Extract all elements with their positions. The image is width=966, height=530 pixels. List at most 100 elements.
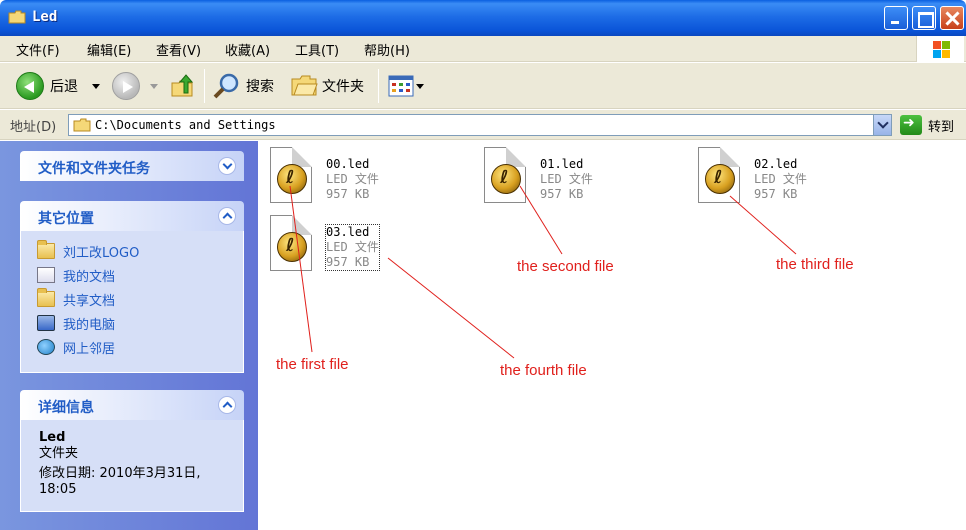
file-type: LED 文件	[326, 172, 379, 186]
address-label: 地址(D)	[10, 120, 57, 135]
place-label: 网上邻居	[63, 341, 116, 357]
title-bar: Led	[0, 0, 966, 36]
details-header[interactable]: 详细信息	[20, 390, 244, 420]
toolbar: 后退 搜索 文件夹	[0, 63, 966, 109]
windows-logo-icon	[916, 36, 964, 62]
menu-favorites[interactable]: 收藏(A)	[225, 40, 270, 59]
place-item[interactable]: 刘工改LOGO	[21, 239, 243, 263]
file-size: 957 KB	[540, 187, 584, 201]
documents-icon	[37, 267, 55, 283]
toolbar-separator	[204, 69, 205, 103]
file-item-01[interactable]: 01.led LED 文件 957 KB	[484, 147, 624, 205]
details-type: 文件夹	[39, 446, 79, 461]
led-file-icon	[484, 147, 526, 203]
forward-dropdown-icon[interactable]	[150, 83, 158, 89]
other-places-list: 刘工改LOGO 我的文档 共享文档 我的电脑 网上邻居	[20, 231, 244, 373]
back-dropdown-icon[interactable]	[92, 83, 100, 89]
back-arrow-icon	[16, 72, 44, 100]
go-label: 转到	[928, 119, 955, 135]
window-title: Led	[32, 9, 58, 25]
go-button[interactable]: 转到	[900, 114, 954, 136]
place-label: 共享文档	[63, 293, 116, 309]
folders-icon	[291, 75, 318, 96]
menu-view[interactable]: 查看(V)	[156, 40, 201, 59]
annotation-first-file: the first file	[276, 356, 349, 373]
details-title: 详细信息	[38, 400, 94, 416]
forward-button[interactable]	[112, 71, 158, 101]
address-bar: 地址(D) C:\Documents and Settings 转到	[0, 110, 966, 140]
menu-tools[interactable]: 工具(T)	[295, 40, 339, 59]
address-input[interactable]: C:\Documents and Settings	[68, 114, 892, 136]
maximize-button[interactable]	[912, 6, 936, 30]
file-folder-tasks-panel: 文件和文件夹任务	[20, 151, 244, 181]
collapse-chevron-icon[interactable]	[218, 207, 236, 225]
file-type: LED 文件	[540, 172, 593, 186]
up-folder-button[interactable]	[170, 71, 196, 101]
file-size: 957 KB	[754, 187, 798, 201]
file-folder-tasks-title: 文件和文件夹任务	[38, 161, 150, 177]
file-item-03[interactable]: 03.led LED 文件 957 KB	[270, 215, 410, 273]
other-places-title: 其它位置	[38, 211, 94, 227]
folder-icon	[8, 10, 26, 24]
go-arrow-icon	[900, 115, 922, 135]
menu-file[interactable]: 文件(F)	[16, 40, 60, 59]
led-file-icon	[698, 147, 740, 203]
details-panel: 详细信息 Led 文件夹 修改日期: 2010年3月31日, 18:05	[20, 390, 244, 512]
menu-help[interactable]: 帮助(H)	[364, 40, 410, 59]
views-icon	[388, 75, 414, 97]
details-modified-time: 18:05	[39, 482, 77, 497]
computer-icon	[37, 315, 55, 331]
collapse-chevron-icon[interactable]	[218, 396, 236, 414]
search-button[interactable]: 搜索	[212, 71, 274, 101]
annotation-fourth-file: the fourth file	[500, 362, 587, 379]
menu-edit[interactable]: 编辑(E)	[87, 40, 131, 59]
address-value: C:\Documents and Settings	[95, 118, 276, 132]
folder-icon	[37, 240, 55, 259]
folder-icon	[37, 288, 55, 307]
file-type: LED 文件	[754, 172, 807, 186]
led-file-icon	[270, 215, 312, 271]
other-places-panel: 其它位置 刘工改LOGO 我的文档 共享文档 我的电脑 网上邻居	[20, 201, 244, 373]
place-item-my-documents[interactable]: 我的文档	[21, 263, 243, 287]
menu-bar: 文件(F) 编辑(E) 查看(V) 收藏(A) 工具(T) 帮助(H)	[0, 36, 966, 62]
search-label: 搜索	[246, 79, 274, 95]
file-list-area: 00.led LED 文件 957 KB 01.led LED 文件 957 K…	[258, 141, 966, 530]
file-name: 03.led	[326, 225, 370, 239]
expand-chevron-icon[interactable]	[218, 157, 236, 175]
folders-label: 文件夹	[322, 79, 364, 95]
place-label: 我的电脑	[63, 317, 116, 333]
place-label: 刘工改LOGO	[63, 245, 140, 261]
place-item-shared-documents[interactable]: 共享文档	[21, 287, 243, 311]
annotation-second-file: the second file	[517, 258, 614, 275]
file-name: 01.led	[540, 157, 584, 171]
file-item-00[interactable]: 00.led LED 文件 957 KB	[270, 147, 410, 205]
network-icon	[37, 339, 55, 355]
folders-button[interactable]: 文件夹	[290, 71, 364, 101]
address-dropdown-button[interactable]	[873, 115, 891, 135]
file-size: 957 KB	[326, 255, 370, 269]
search-icon	[213, 73, 239, 99]
minimize-button[interactable]	[884, 6, 908, 30]
file-item-02[interactable]: 02.led LED 文件 957 KB	[698, 147, 838, 205]
back-button[interactable]: 后退	[16, 71, 100, 101]
file-size: 957 KB	[326, 187, 370, 201]
place-item-my-computer[interactable]: 我的电脑	[21, 311, 243, 335]
place-label: 我的文档	[63, 269, 116, 285]
other-places-header[interactable]: 其它位置	[20, 201, 244, 231]
details-name: Led	[39, 430, 66, 445]
toolbar-separator	[378, 69, 379, 103]
task-pane: 文件和文件夹任务 其它位置 刘工改LOGO 我的文档 共享文档 我的电脑 网上邻…	[0, 141, 258, 530]
up-folder-icon	[171, 74, 194, 97]
annotation-third-file: the third file	[776, 256, 854, 273]
file-type: LED 文件	[326, 240, 379, 254]
file-folder-tasks-header[interactable]: 文件和文件夹任务	[20, 151, 244, 181]
close-button[interactable]	[940, 6, 964, 30]
details-modified: 修改日期: 2010年3月31日,	[39, 466, 201, 481]
file-name: 00.led	[326, 157, 370, 171]
folder-icon	[73, 118, 91, 132]
views-button[interactable]	[388, 71, 424, 101]
details-body: Led 文件夹 修改日期: 2010年3月31日, 18:05	[20, 420, 244, 512]
place-item-network[interactable]: 网上邻居	[21, 335, 243, 359]
views-dropdown-icon[interactable]	[416, 83, 424, 89]
forward-arrow-icon	[112, 72, 140, 100]
